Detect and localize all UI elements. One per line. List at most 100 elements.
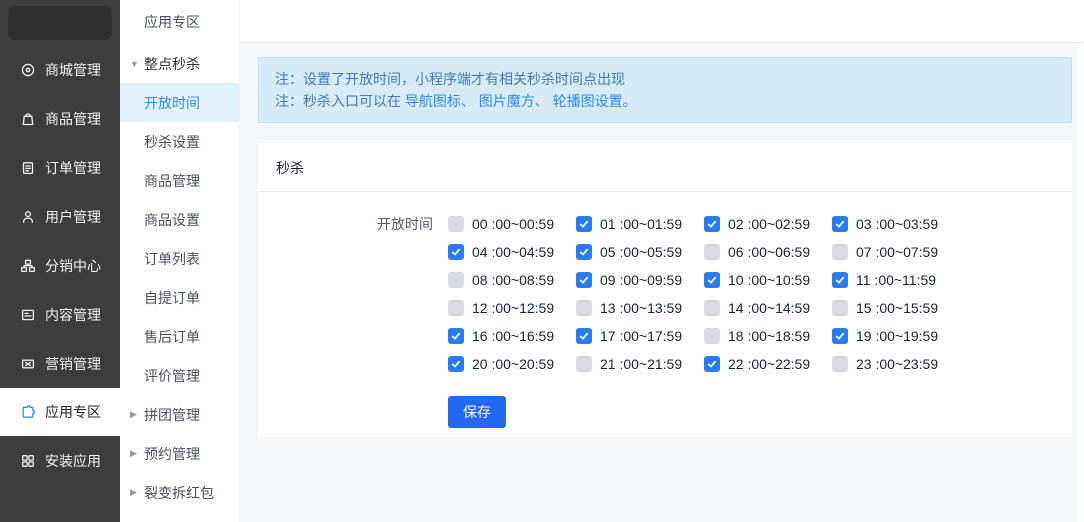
time-slot-grid: 00 :00~00:59 01 :00~01:59 02 :00~02:59 03 :… (448, 210, 960, 378)
save-button[interactable]: 保存 (448, 396, 506, 428)
checkbox-checked-icon[interactable] (704, 216, 720, 232)
checkbox-checked-icon[interactable] (704, 272, 720, 288)
sidebar-item-marketing[interactable]: 营销管理 (0, 339, 120, 388)
time-slot-option-19[interactable]: 19 :00~19:59 (832, 322, 960, 350)
top-bar (240, 0, 1084, 43)
checkbox-checked-icon[interactable] (448, 328, 464, 344)
time-slot-label: 15 :00~15:59 (856, 300, 939, 316)
time-slot-option-9[interactable]: 09 :00~09:59 (576, 266, 704, 294)
submenu-item-9[interactable]: 评价管理 (120, 356, 239, 395)
checkbox-unchecked-icon[interactable] (704, 244, 720, 260)
notice-entry-links[interactable]: 导航图标、 图片魔方、 轮播图设置。 (405, 93, 637, 109)
submenu-item-label: 预约管理 (144, 445, 200, 462)
sidebar-item-orders[interactable]: 订单管理 (0, 143, 120, 192)
time-slot-option-16[interactable]: 16 :00~16:59 (448, 322, 576, 350)
time-slot-label: 10 :00~10:59 (728, 272, 811, 288)
submenu-item-5[interactable]: 商品设置 (120, 200, 239, 239)
checkbox-unchecked-icon[interactable] (448, 272, 464, 288)
sidebar-item-content[interactable]: 内容管理 (0, 290, 120, 339)
time-slot-option-13[interactable]: 13 :00~13:59 (576, 294, 704, 322)
submenu-item-2[interactable]: 开放时间 (120, 83, 239, 122)
time-slot-option-10[interactable]: 10 :00~10:59 (704, 266, 832, 294)
checkbox-checked-icon[interactable] (448, 244, 464, 260)
time-slot-option-22[interactable]: 22 :00~22:59 (704, 350, 832, 378)
checkbox-unchecked-icon[interactable] (832, 244, 848, 260)
checkbox-unchecked-icon[interactable] (704, 328, 720, 344)
sidebar-item-install[interactable]: 安装应用 (0, 436, 120, 485)
submenu-item-8[interactable]: 售后订单 (120, 317, 239, 356)
sidebar-item-goods[interactable]: 商品管理 (0, 94, 120, 143)
time-slot-option-5[interactable]: 05 :00~05:59 (576, 238, 704, 266)
submenu-item-10[interactable]: ▶ 拼团管理 (120, 395, 239, 434)
sidebar-item-users[interactable]: 用户管理 (0, 192, 120, 241)
time-slot-option-6[interactable]: 06 :00~06:59 (704, 238, 832, 266)
submenu-item-3[interactable]: 秒杀设置 (120, 122, 239, 161)
time-slot-label: 22 :00~22:59 (728, 356, 811, 372)
notice-line-2-prefix: 注：秒杀入口可以在 (275, 93, 405, 109)
sidebar-item-label: 商城管理 (45, 61, 101, 78)
logo-placeholder (8, 6, 112, 40)
mall-icon (20, 62, 36, 78)
install-icon (20, 453, 36, 469)
time-slot-label: 12 :00~12:59 (472, 300, 555, 316)
checkbox-unchecked-icon[interactable] (832, 356, 848, 372)
checkbox-unchecked-icon[interactable] (704, 300, 720, 316)
time-slot-option-12[interactable]: 12 :00~12:59 (448, 294, 576, 322)
time-slot-option-15[interactable]: 15 :00~15:59 (832, 294, 960, 322)
time-slot-option-20[interactable]: 20 :00~20:59 (448, 350, 576, 378)
time-slot-option-0[interactable]: 00 :00~00:59 (448, 210, 576, 238)
time-slot-option-23[interactable]: 23 :00~23:59 (832, 350, 960, 378)
time-slot-option-18[interactable]: 18 :00~18:59 (704, 322, 832, 350)
sidebar-item-label: 商品管理 (45, 110, 101, 127)
checkbox-checked-icon[interactable] (448, 356, 464, 372)
checkbox-unchecked-icon[interactable] (576, 300, 592, 316)
submenu-item-1[interactable]: ▼ 整点秒杀 (120, 44, 239, 83)
checkbox-checked-icon[interactable] (576, 328, 592, 344)
sidebar-item-label: 订单管理 (45, 159, 101, 176)
submenu-item-0[interactable]: 应用专区 (120, 0, 239, 44)
time-slot-label: 20 :00~20:59 (472, 356, 555, 372)
time-slot-option-2[interactable]: 02 :00~02:59 (704, 210, 832, 238)
notice-box: 注：设置了开放时间，小程序端才有相关秒杀时间点出现 注：秒杀入口可以在 导航图标… (258, 57, 1072, 123)
sidebar-item-distribution[interactable]: 分销中心 (0, 241, 120, 290)
time-slot-label: 18 :00~18:59 (728, 328, 811, 344)
time-slot-option-14[interactable]: 14 :00~14:59 (704, 294, 832, 322)
time-slot-label: 11 :00~11:59 (856, 272, 937, 288)
checkbox-checked-icon[interactable] (576, 272, 592, 288)
time-slot-option-3[interactable]: 03 :00~03:59 (832, 210, 960, 238)
checkbox-checked-icon[interactable] (832, 272, 848, 288)
time-slot-option-8[interactable]: 08 :00~08:59 (448, 266, 576, 294)
scrollbar-track[interactable] (1078, 43, 1084, 522)
time-slot-option-4[interactable]: 04 :00~04:59 (448, 238, 576, 266)
submenu-item-11[interactable]: ▶ 预约管理 (120, 434, 239, 473)
checkbox-checked-icon[interactable] (832, 328, 848, 344)
sidebar-item-label: 内容管理 (45, 306, 101, 323)
time-slot-label: 06 :00~06:59 (728, 244, 811, 260)
goods-icon (20, 111, 36, 127)
checkbox-checked-icon[interactable] (704, 356, 720, 372)
open-time-label: 开放时间 (377, 216, 433, 232)
checkbox-checked-icon[interactable] (576, 216, 592, 232)
checkbox-unchecked-icon[interactable] (448, 216, 464, 232)
submenu-item-label: 拼团管理 (144, 406, 200, 423)
time-slot-option-21[interactable]: 21 :00~21:59 (576, 350, 704, 378)
checkbox-unchecked-icon[interactable] (576, 356, 592, 372)
checkbox-checked-icon[interactable] (576, 244, 592, 260)
checkbox-unchecked-icon[interactable] (448, 300, 464, 316)
time-slot-option-17[interactable]: 17 :00~17:59 (576, 322, 704, 350)
chevron-right-icon: ▶ (130, 487, 137, 497)
submenu-item-4[interactable]: 商品管理 (120, 161, 239, 200)
submenu-item-12[interactable]: ▶ 裂变拆红包 (120, 473, 239, 512)
submenu-item-label: 开放时间 (144, 94, 200, 111)
time-slot-option-11[interactable]: 11 :00~11:59 (832, 266, 960, 294)
checkbox-unchecked-icon[interactable] (832, 300, 848, 316)
sidebar-item-apps[interactable]: 应用专区 (0, 388, 120, 436)
time-slot-label: 05 :00~05:59 (600, 244, 683, 260)
submenu-item-6[interactable]: 订单列表 (120, 239, 239, 278)
time-slot-option-7[interactable]: 07 :00~07:59 (832, 238, 960, 266)
chevron-right-icon: ▶ (130, 409, 137, 419)
submenu-item-7[interactable]: 自提订单 (120, 278, 239, 317)
time-slot-option-1[interactable]: 01 :00~01:59 (576, 210, 704, 238)
sidebar-item-mall[interactable]: 商城管理 (0, 45, 120, 94)
checkbox-checked-icon[interactable] (832, 216, 848, 232)
